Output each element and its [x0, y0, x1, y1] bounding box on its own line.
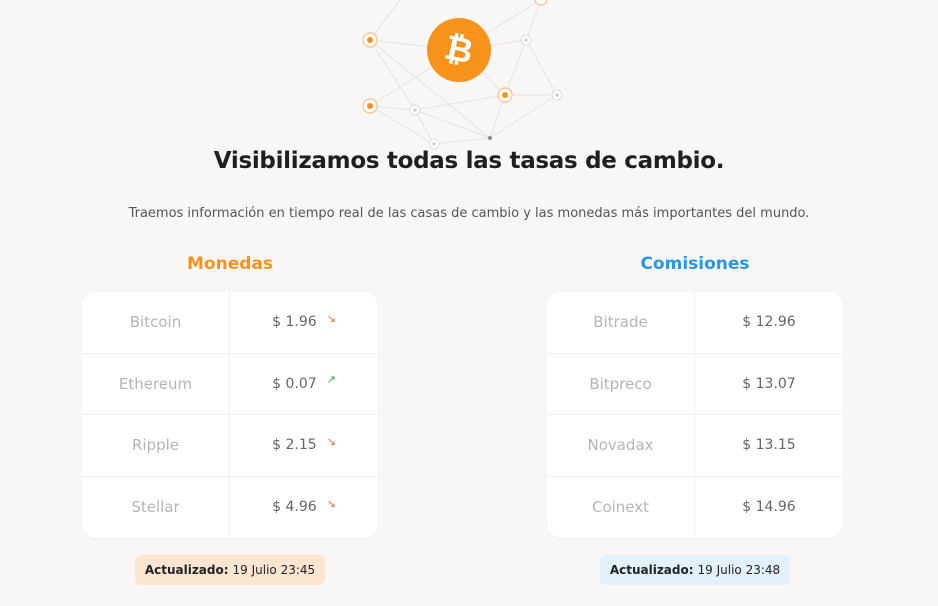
exchange-name: Bitrade	[547, 292, 695, 353]
network-node	[520, 34, 532, 46]
comisiones-title: Comisiones	[640, 254, 750, 274]
exchange-value: $ 13.15	[742, 437, 796, 454]
table-row: Coinext $ 14.96	[547, 476, 843, 538]
updated-value: 19 Julio 23:48	[697, 563, 781, 577]
table-row: Ethereum $ 0.07 ↗	[82, 353, 378, 415]
exchange-value: $ 14.96	[742, 499, 796, 516]
table-row: Novadax $ 13.15	[547, 415, 843, 477]
coin-value: $ 2.15	[272, 437, 317, 454]
table-row: Bitcoin $ 1.96 ↘	[82, 292, 378, 354]
table-row: Bitrade $ 12.96	[547, 292, 843, 354]
coin-value-cell: $ 0.07 ↗	[230, 354, 378, 415]
network-node	[409, 104, 421, 116]
bitcoin-icon: ₿	[427, 18, 491, 82]
trend-up-icon: ↗	[326, 373, 336, 387]
coin-name: Ripple	[82, 415, 230, 476]
exchange-name: Novadax	[547, 415, 695, 476]
exchange-value: $ 13.07	[742, 375, 796, 392]
table-row: Ripple $ 2.15 ↘	[82, 415, 378, 477]
trend-down-icon: ↘	[326, 496, 336, 510]
page-subtitle: Traemos información en tiempo real de la…	[128, 206, 810, 221]
page: ₿ Visibilizamos todas las tasas de cambi…	[0, 0, 938, 606]
network-node	[551, 89, 563, 101]
coin-value-cell: $ 1.96 ↘	[230, 292, 378, 353]
trend-down-icon: ↘	[326, 434, 336, 448]
updated-value: 19 Julio 23:45	[232, 563, 316, 577]
comisiones-table: Bitrade $ 12.96 Bitpreco $ 13.07 Novadax…	[547, 292, 843, 538]
coin-value-cell: $ 4.96 ↘	[230, 477, 378, 539]
updated-label: Actualizado:	[609, 563, 694, 577]
trend-down-icon: ↘	[326, 311, 336, 325]
network-node	[488, 136, 492, 140]
exchange-value: $ 12.96	[742, 314, 796, 331]
coin-value: $ 1.96	[272, 314, 317, 331]
monedas-title: Monedas	[187, 254, 273, 274]
coin-name: Ethereum	[82, 353, 230, 414]
coin-value: $ 0.07	[272, 375, 317, 392]
page-title: Visibilizamos todas las tasas de cambio.	[213, 148, 725, 174]
comisiones-updated-badge: Actualizado: 19 Julio 23:48	[600, 555, 790, 585]
updated-label: Actualizado:	[144, 563, 229, 577]
network-node	[497, 87, 513, 103]
exchange-name: Coinext	[547, 476, 695, 538]
coin-value-cell: $ 2.15 ↘	[230, 415, 378, 476]
network-node	[362, 98, 378, 114]
monedas-updated-badge: Actualizado: 19 Julio 23:45	[135, 555, 325, 585]
table-row: Bitpreco $ 13.07	[547, 353, 843, 415]
coin-value: $ 4.96	[272, 499, 317, 516]
table-row: Stellar $ 4.96 ↘	[82, 476, 378, 539]
network-node	[362, 32, 378, 48]
coin-name: Bitcoin	[82, 292, 230, 353]
exchange-name: Bitpreco	[547, 353, 695, 414]
coin-name: Stellar	[82, 476, 230, 538]
monedas-table: Bitcoin $ 1.96 ↘ Ethereum $ 0.07 ↗ Rippl…	[82, 292, 378, 538]
network-node	[534, 0, 548, 6]
